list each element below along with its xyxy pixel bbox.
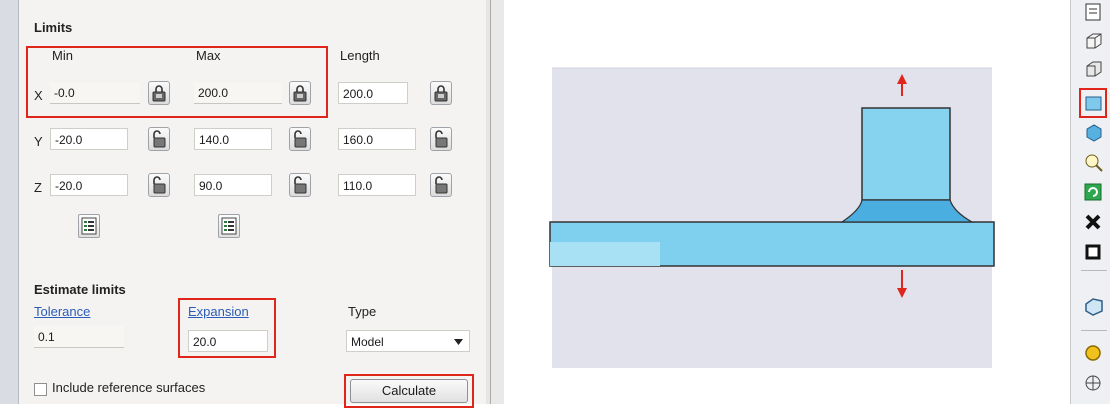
file-icon[interactable] <box>1083 2 1105 24</box>
lock-open-icon <box>153 176 166 194</box>
tolerance-link[interactable]: Tolerance <box>34 304 90 319</box>
search-icon[interactable] <box>1083 152 1105 174</box>
length-header: Length <box>340 48 380 63</box>
boss <box>861 107 951 201</box>
y-length-field[interactable]: 160.0 <box>338 128 416 150</box>
lock-open-icon <box>153 130 166 148</box>
estimate-limits-title: Estimate limits <box>34 282 126 297</box>
block-icon[interactable] <box>1083 30 1105 52</box>
type-label: Type <box>348 304 377 319</box>
toolbar-separator <box>1081 330 1107 331</box>
list-icon <box>221 217 237 235</box>
type-select-value: Model <box>351 335 384 349</box>
tolerance-field[interactable]: 0.1 <box>34 326 124 348</box>
z-min-field[interactable]: -20.0 <box>50 174 128 196</box>
base-plate-shade <box>550 242 660 266</box>
lock-closed-icon <box>434 85 448 102</box>
include-reference-label: Include reference surfaces <box>52 380 206 395</box>
circle-icon[interactable] <box>1083 342 1105 364</box>
x-length-lock-button[interactable] <box>430 81 452 105</box>
shape-icon[interactable] <box>1083 296 1105 318</box>
limits-title: Limits <box>34 20 73 35</box>
box-icon[interactable] <box>1083 92 1105 114</box>
x-limits-highlight <box>26 46 328 118</box>
axis-y-label: Y <box>34 134 43 149</box>
z-length-field[interactable]: 110.0 <box>338 174 416 196</box>
min-list-button[interactable] <box>78 214 100 238</box>
refresh-icon[interactable] <box>1083 182 1105 204</box>
chevron-down-icon <box>454 339 463 345</box>
x-length-field[interactable]: 200.0 <box>338 82 408 104</box>
expansion-highlight <box>178 298 276 358</box>
lock-open-icon <box>435 130 448 148</box>
y-min-field[interactable]: -20.0 <box>50 128 128 150</box>
model-viewport[interactable] <box>504 0 1068 404</box>
y-min-lock-button[interactable] <box>148 127 170 151</box>
z-length-lock-button[interactable] <box>430 173 452 197</box>
y-length-lock-button[interactable] <box>430 127 452 151</box>
crosshair-icon[interactable] <box>1083 372 1105 394</box>
cross-icon[interactable] <box>1083 212 1105 234</box>
calculate-highlight <box>344 374 474 408</box>
limits-panel: Limits Min Max Length X -0.0 200.0 200.0… <box>0 0 491 408</box>
lock-open-icon <box>294 176 307 194</box>
z-min-lock-button[interactable] <box>148 173 170 197</box>
include-reference-checkbox[interactable] <box>34 383 47 396</box>
right-toolbar <box>1070 0 1110 404</box>
panel-frame <box>0 0 19 404</box>
max-list-button[interactable] <box>218 214 240 238</box>
z-max-lock-button[interactable] <box>289 173 311 197</box>
toolbar-separator <box>1081 270 1107 271</box>
model-view[interactable] <box>504 0 1068 404</box>
cube-icon[interactable] <box>1083 122 1105 144</box>
y-max-lock-button[interactable] <box>289 127 311 151</box>
z-max-field[interactable]: 90.0 <box>194 174 272 196</box>
block-icon-2[interactable] <box>1083 58 1105 80</box>
list-icon <box>81 217 97 235</box>
type-select[interactable]: Model <box>346 330 470 352</box>
lock-open-icon <box>294 130 307 148</box>
y-max-field[interactable]: 140.0 <box>194 128 272 150</box>
axis-z-label: Z <box>34 180 42 195</box>
square-icon[interactable] <box>1083 242 1105 264</box>
lock-open-icon <box>435 176 448 194</box>
